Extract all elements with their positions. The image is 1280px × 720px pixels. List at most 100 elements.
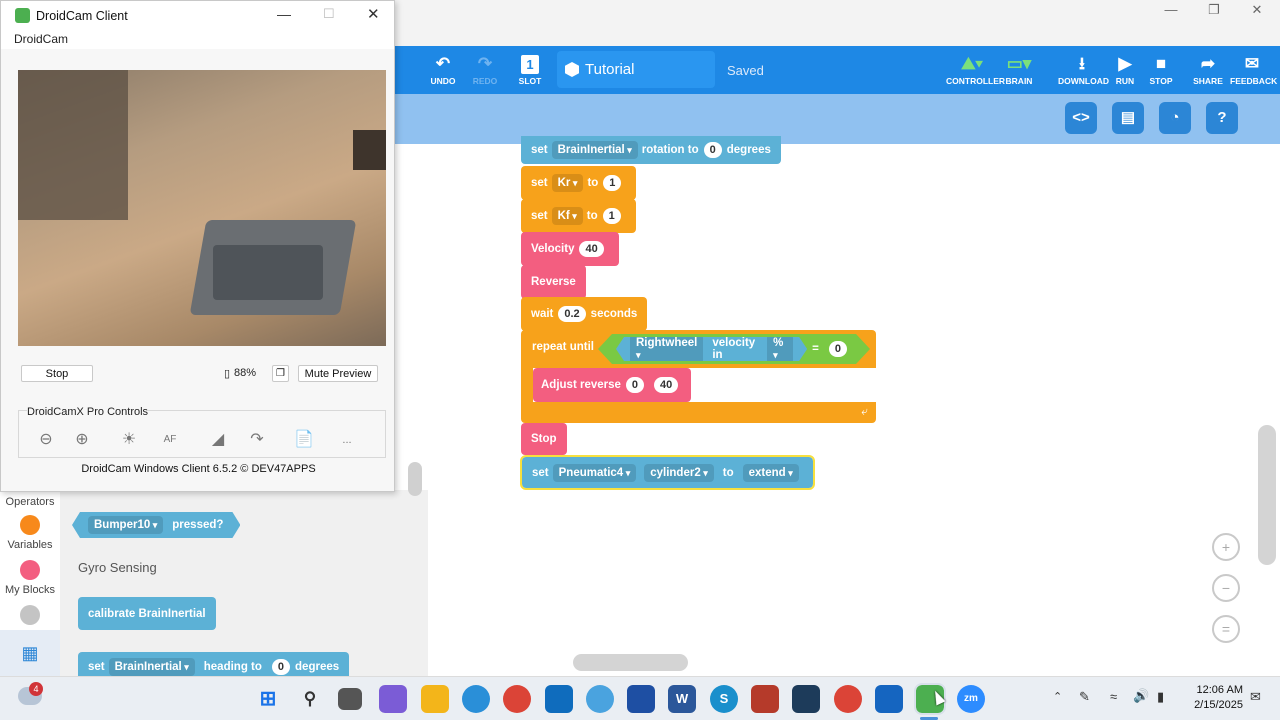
autofocus-button[interactable]: AF <box>157 427 183 453</box>
set-kr-block[interactable]: set Kr to 1 <box>521 166 637 200</box>
wifi-icon[interactable]: ≈ <box>1110 689 1117 704</box>
slot-button[interactable]: 1 SLOT <box>508 54 552 86</box>
chevron-up-icon[interactable]: ⌃ <box>1053 690 1062 703</box>
device-dropdown[interactable]: BrainInertial <box>551 141 638 159</box>
undo-button[interactable]: ↶ UNDO <box>421 54 465 86</box>
copy-icon[interactable]: ❐ <box>272 365 289 382</box>
device-dropdown[interactable]: BrainInertial <box>108 658 195 676</box>
value-input[interactable]: 0 <box>829 341 847 357</box>
value-input[interactable]: 0 <box>271 659 291 675</box>
device-icon[interactable]: ▤ <box>1112 102 1144 134</box>
controller-button[interactable]: ⛰▾ CONTROLLER <box>946 54 1005 86</box>
jpg-capture-icon[interactable]: 📄 <box>291 427 317 453</box>
volume-icon[interactable]: 🔊 <box>1133 688 1149 704</box>
file-explorer-icon[interactable] <box>421 685 449 713</box>
close-icon[interactable]: ✕ <box>367 5 380 23</box>
device-dropdown[interactable]: Pneumatic4 <box>552 463 637 482</box>
brightness-icon[interactable]: ☀ <box>116 427 142 453</box>
set-pneumatic-block[interactable]: set Pneumatic4 cylinder2 to extend <box>520 455 815 490</box>
value-input[interactable]: 0 <box>625 377 645 393</box>
task-view-icon[interactable] <box>338 688 362 710</box>
copilot-icon[interactable] <box>379 685 407 713</box>
palette-scrollbar[interactable] <box>408 462 422 496</box>
zoom-reset-icon[interactable]: = <box>1212 615 1240 643</box>
mute-preview-button[interactable]: Mute Preview <box>298 365 378 382</box>
code-view-icon[interactable]: <> <box>1065 102 1097 134</box>
mirror-icon[interactable]: ◢ <box>205 427 231 453</box>
more-button[interactable]: ... <box>334 427 360 453</box>
chrome-icon[interactable] <box>834 685 862 713</box>
app-icon[interactable] <box>792 685 820 713</box>
comparison-block[interactable]: Rightwheel velocity in % = 0 <box>598 334 870 364</box>
value-input[interactable]: 1 <box>603 175 622 191</box>
maximize-icon[interactable]: ☐ <box>323 6 335 22</box>
device-dropdown[interactable]: Bumper10 <box>88 516 163 534</box>
feedback-button[interactable]: ✉ FEEDBACK <box>1230 54 1277 86</box>
category-comments[interactable] <box>0 605 60 629</box>
reverse-block[interactable]: Reverse <box>521 265 586 299</box>
outlook-icon[interactable] <box>545 685 573 713</box>
category-variables[interactable]: Variables <box>0 515 60 551</box>
clock-time[interactable]: 12:06 AM <box>1185 684 1243 696</box>
extensions-icon[interactable]: ▦ <box>0 630 60 676</box>
minimize-icon[interactable]: — <box>1148 0 1194 22</box>
zoom-app-icon[interactable]: zm <box>957 685 985 713</box>
value-input[interactable]: 0.2 <box>558 306 586 322</box>
value-input[interactable]: 1 <box>602 208 621 224</box>
category-operators[interactable]: Operators <box>0 496 60 508</box>
paint-icon[interactable] <box>586 685 614 713</box>
help-icon[interactable]: ? <box>1206 102 1238 134</box>
menu-droidcam[interactable]: DroidCam <box>14 32 68 46</box>
clock-date[interactable]: 2/15/2025 <box>1183 699 1243 711</box>
redo-button[interactable]: ↷ REDO <box>463 54 507 86</box>
horizontal-scrollbar[interactable] <box>573 654 688 671</box>
battery-icon[interactable]: ▮ <box>1157 689 1164 705</box>
calibrate-block[interactable]: calibrate BrainInertial <box>78 597 216 630</box>
cylinder-dropdown[interactable]: cylinder2 <box>644 463 714 482</box>
set-kf-block[interactable]: set Kf to 1 <box>521 199 636 233</box>
set-rotation-block[interactable]: set BrainInertial rotation to 0 degrees <box>521 136 781 164</box>
start-icon[interactable]: ⊞ <box>254 685 282 713</box>
variable-dropdown[interactable]: Kf <box>551 207 583 225</box>
minimize-icon[interactable]: — <box>277 6 291 22</box>
share-button[interactable]: ➦ SHARE <box>1186 54 1230 86</box>
pen-icon[interactable]: ✎ <box>1079 689 1090 705</box>
vertical-scrollbar[interactable] <box>1258 425 1276 565</box>
dashboard-icon[interactable]: ◔ <box>1159 102 1191 134</box>
motor-velocity-reporter[interactable]: Rightwheel velocity in % <box>616 337 807 361</box>
search-icon[interactable]: ⚲ <box>296 685 324 713</box>
restore-icon[interactable]: ❐ <box>1191 0 1237 22</box>
variable-dropdown[interactable]: Kr <box>551 174 584 192</box>
word-icon[interactable]: W <box>668 685 696 713</box>
zoom-in-icon[interactable]: ⊕ <box>69 427 95 453</box>
velocity-block[interactable]: Velocity 40 <box>521 232 619 266</box>
chrome-icon[interactable] <box>503 685 531 713</box>
value-input[interactable]: 40 <box>654 377 679 393</box>
brain-button[interactable]: ▭▾ BRAIN <box>1001 54 1037 86</box>
close-icon[interactable]: ✕ <box>1234 0 1280 22</box>
motor-dropdown[interactable]: Rightwheel <box>630 334 703 364</box>
adjust-reverse-block[interactable]: Adjust reverse 0 40 <box>533 368 692 402</box>
stop-block[interactable]: Stop <box>521 423 567 455</box>
value-input[interactable]: 0 <box>703 142 722 158</box>
zoom-in-icon[interactable]: + <box>1212 533 1240 561</box>
mail-icon[interactable] <box>627 685 655 713</box>
bumper-pressed-block[interactable]: Bumper10 pressed? <box>72 512 240 538</box>
action-dropdown[interactable]: extend <box>742 463 799 482</box>
app-icon[interactable] <box>751 685 779 713</box>
stop-button[interactable]: Stop <box>21 365 93 382</box>
wait-block[interactable]: wait 0.2 seconds <box>521 297 648 331</box>
unit-dropdown[interactable]: % <box>767 334 793 364</box>
zoom-out-icon[interactable]: − <box>1212 574 1240 602</box>
app-icon[interactable] <box>462 685 490 713</box>
vex-icon[interactable] <box>875 685 903 713</box>
notifications-icon[interactable]: ✉ <box>1250 689 1261 705</box>
zoom-out-icon[interactable]: ⊖ <box>33 427 59 453</box>
project-name-field[interactable]: Tutorial <box>557 51 715 88</box>
download-button[interactable]: ⭳ DOWNLOAD <box>1058 54 1109 86</box>
skype-icon[interactable]: S <box>710 685 738 713</box>
rotate-icon[interactable]: ↷ <box>244 427 270 453</box>
category-my-blocks[interactable]: My Blocks <box>0 560 60 596</box>
stop-button[interactable]: ■ STOP <box>1139 54 1183 86</box>
value-input[interactable]: 40 <box>579 241 604 257</box>
